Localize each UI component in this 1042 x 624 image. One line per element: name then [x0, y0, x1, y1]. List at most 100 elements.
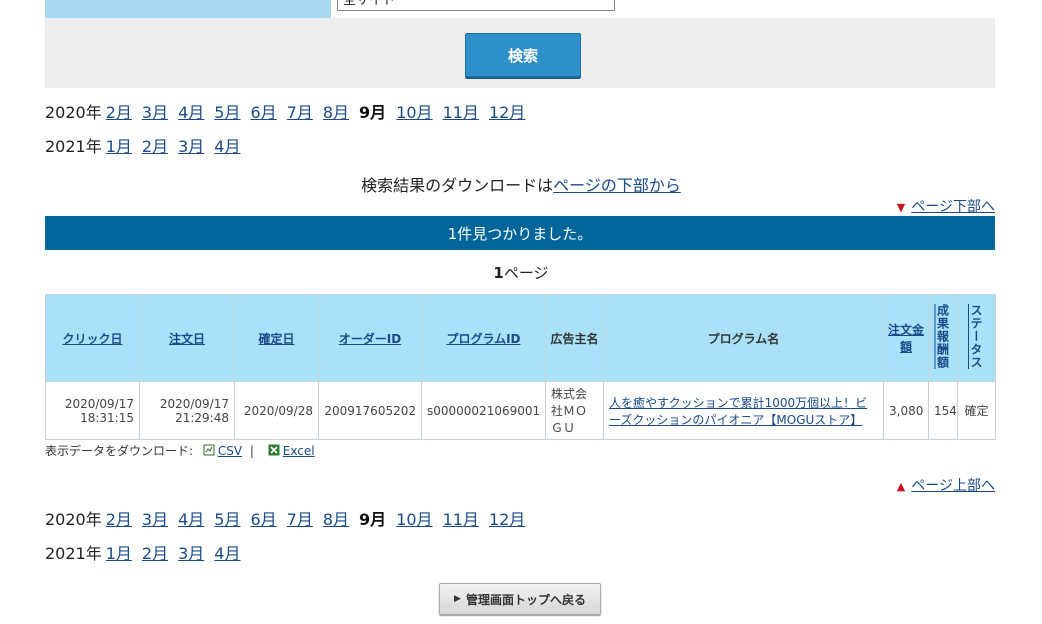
month-link[interactable]: 2月 [106, 103, 132, 122]
cell-order-date: 2020/09/17 21:29:48 [139, 381, 235, 440]
month-link[interactable]: 3月 [178, 544, 204, 563]
jump-to-bottom: ▼ ページ下部へ [897, 196, 995, 216]
month-link[interactable]: 4月 [178, 510, 204, 529]
month-nav-2021-bottom: 2021年 1月 2月 3月 4月 [45, 540, 250, 564]
month-nav-2020-top: 2020年 2月 3月 4月 5月 6月 7月 8月 9月 10月 11月 12月 [45, 99, 535, 123]
table-row: 2020/09/17 18:31:15 2020/09/17 21:29:48 20… [45, 381, 996, 440]
cell-program-name: 人を癒やすクッションで累計1000万個以上！ビーズクッションのパイオニア【MOG… [603, 381, 884, 440]
export-separator: | [249, 444, 254, 458]
triangle-up-icon: ▲ [896, 480, 906, 493]
col-order-date: 注文日 [139, 294, 235, 382]
month-nav-year: 2020年 [45, 103, 102, 122]
col-program-id: プログラムID [421, 294, 546, 382]
month-link[interactable]: 2月 [106, 510, 132, 529]
month-link[interactable]: 8月 [323, 510, 349, 529]
month-link[interactable]: 10月 [396, 510, 432, 529]
jump-to-top: ▲ ページ上部へ [897, 475, 995, 495]
cell-order-id: 200917605202 [318, 381, 422, 440]
site-select-value: 全サイト [343, 0, 396, 8]
jump-to-bottom-link[interactable]: ページ下部へ [911, 199, 995, 215]
result-count-bar: 1件見つかりました。 [45, 216, 995, 250]
sort-reward[interactable]: 成果報酬額 [935, 304, 952, 369]
export-label: 表示データをダウンロード: [45, 444, 194, 458]
month-link[interactable]: 11月 [443, 510, 479, 529]
month-link[interactable]: 8月 [323, 103, 349, 122]
table-header-row: クリック日 注文日 確定日 オーダーID プログラムID 広告主名 プログラム名… [45, 294, 996, 382]
month-nav-2020-bottom: 2020年 2月 3月 4月 5月 6月 7月 8月 9月 10月 11月 12月 [45, 506, 535, 530]
month-nav-year: 2020年 [45, 510, 102, 529]
month-current: 9月 [359, 103, 387, 122]
cell-click-date: 2020/09/17 18:31:15 [45, 381, 140, 440]
sort-program-id[interactable]: プログラムID [446, 332, 520, 346]
excel-icon [268, 444, 280, 456]
month-link[interactable]: 10月 [396, 103, 432, 122]
cell-program-id: s00000021069001 [421, 381, 546, 440]
month-link[interactable]: 12月 [489, 510, 525, 529]
col-confirm-date: 確定日 [234, 294, 319, 382]
col-status: ステータス [957, 294, 996, 382]
month-current: 9月 [359, 510, 387, 529]
search-form: 全サイト ▼ 検索 [45, 0, 995, 88]
click-time: 18:31:15 [80, 410, 134, 425]
page-suffix: ページ [503, 264, 549, 282]
month-nav-2021-top: 2021年 1月 2月 3月 4月 [45, 133, 250, 157]
page-count: 1ページ [0, 262, 1042, 283]
back-to-top-label: 管理画面トップへ戻る [465, 592, 586, 607]
col-click-date: クリック日 [45, 294, 140, 382]
col-reward: 成果報酬額 [928, 294, 958, 382]
csv-icon [203, 444, 215, 456]
col-order-id: オーダーID [318, 294, 422, 382]
program-name-link[interactable]: 人を癒やすクッションで累計1000万個以上！ビーズクッションのパイオニア【MOG… [609, 396, 867, 427]
sort-order-amount[interactable]: 注文金額 [888, 323, 924, 354]
month-link[interactable]: 7月 [287, 510, 313, 529]
page-number: 1 [493, 264, 504, 282]
sort-order-id[interactable]: オーダーID [339, 332, 401, 346]
click-date: 2020/09/17 [64, 396, 134, 411]
month-nav-year: 2021年 [45, 544, 102, 563]
excel-download-link[interactable]: Excel [283, 444, 315, 458]
month-link[interactable]: 4月 [214, 137, 240, 156]
month-link[interactable]: 5月 [214, 510, 240, 529]
month-link[interactable]: 2月 [142, 544, 168, 563]
order-date: 2020/09/17 [159, 396, 229, 411]
download-note-text: 検索結果のダウンロードは [361, 176, 554, 195]
site-select[interactable]: 全サイト ▼ [337, 0, 615, 11]
cell-status: 確定 [957, 381, 996, 440]
month-link[interactable]: 2月 [142, 137, 168, 156]
csv-download-link[interactable]: CSV [218, 444, 242, 458]
month-nav-year: 2021年 [45, 137, 102, 156]
jump-to-top-link[interactable]: ページ上部へ [911, 478, 995, 494]
sort-click-date[interactable]: クリック日 [62, 332, 122, 346]
triangle-down-icon: ▼ [896, 201, 906, 214]
month-link[interactable]: 3月 [142, 103, 168, 122]
month-link[interactable]: 11月 [443, 103, 479, 122]
form-label-cell [45, 0, 331, 18]
cell-confirm-date: 2020/09/28 [234, 381, 319, 440]
month-link[interactable]: 3月 [178, 137, 204, 156]
sort-order-date[interactable]: 注文日 [169, 332, 205, 346]
month-link[interactable]: 12月 [489, 103, 525, 122]
month-link[interactable]: 6月 [250, 103, 276, 122]
cell-reward: 154 [928, 381, 958, 440]
month-link[interactable]: 4月 [214, 544, 240, 563]
sort-status[interactable]: ステータス [968, 304, 985, 369]
download-note-link[interactable]: ページの下部から [553, 176, 681, 195]
col-program-name: プログラム名 [603, 294, 884, 382]
col-advertiser: 広告主名 [545, 294, 604, 382]
back-to-top-button[interactable]: ▶ 管理画面トップへ戻る [439, 583, 601, 615]
month-link[interactable]: 6月 [250, 510, 276, 529]
download-note: 検索結果のダウンロードはページの下部から [0, 172, 1042, 196]
col-order-amount: 注文金額 [883, 294, 929, 382]
form-row-site: 全サイト ▼ [45, 0, 995, 18]
results-table: クリック日 注文日 確定日 オーダーID プログラムID 広告主名 プログラム名… [45, 294, 996, 440]
month-link[interactable]: 3月 [142, 510, 168, 529]
search-button[interactable]: 検索 [465, 33, 581, 77]
month-link[interactable]: 1月 [106, 544, 132, 563]
cell-advertiser: 株式会社ＭＯＧＵ [545, 381, 604, 440]
month-link[interactable]: 7月 [287, 103, 313, 122]
month-link[interactable]: 4月 [178, 103, 204, 122]
sort-confirm-date[interactable]: 確定日 [258, 332, 294, 346]
export-bar: 表示データをダウンロード: CSV | Excel [45, 442, 315, 459]
month-link[interactable]: 5月 [214, 103, 240, 122]
month-link[interactable]: 1月 [106, 137, 132, 156]
